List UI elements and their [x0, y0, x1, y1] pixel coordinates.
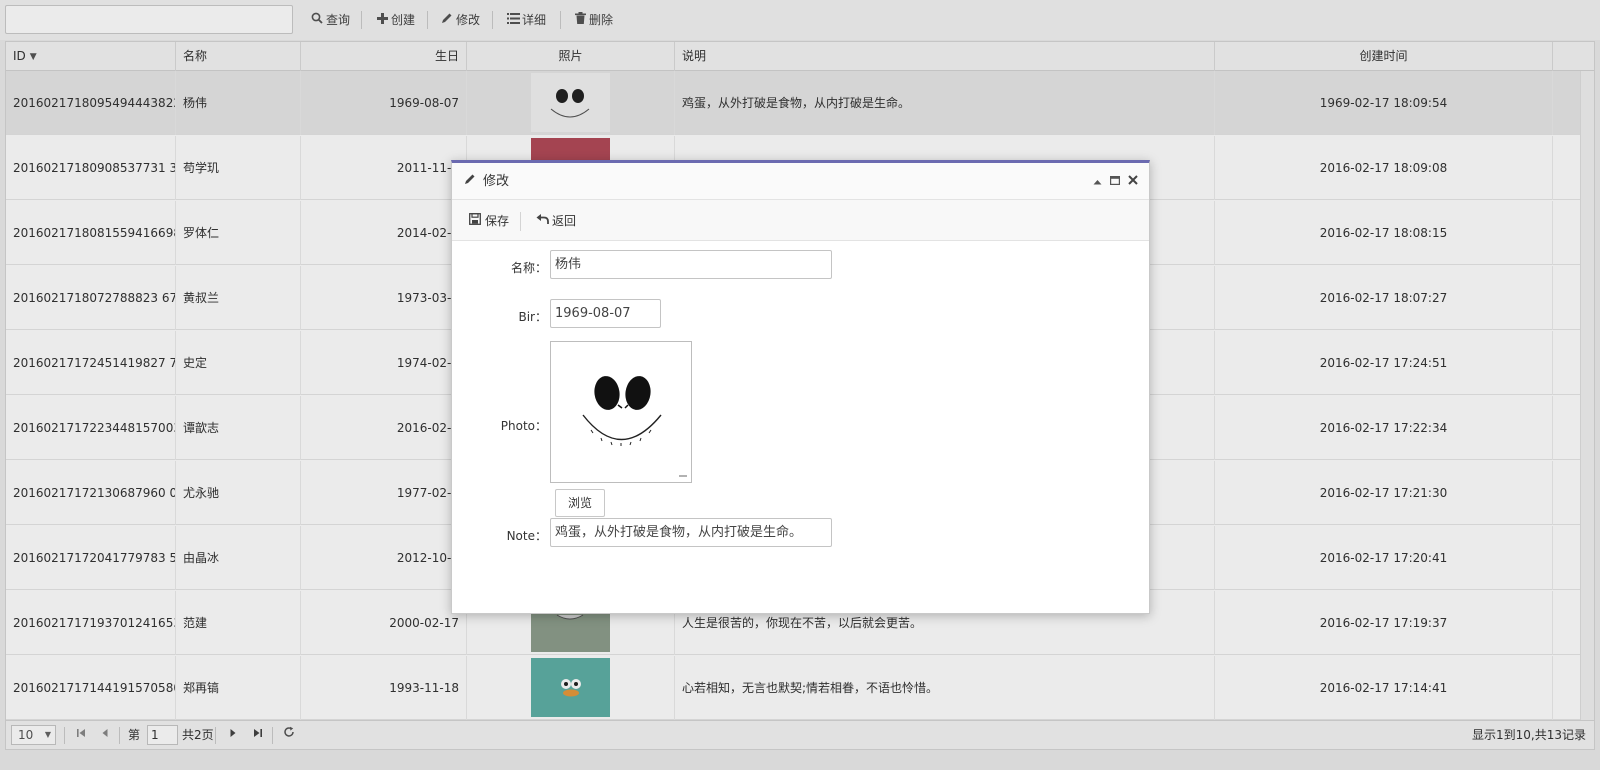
dialog-title: 修改	[483, 174, 510, 189]
note-field[interactable]: 鸡蛋，从外打破是食物，从内打破是生命。	[550, 518, 832, 547]
dialog-toolbar: 保存 返回	[452, 200, 1149, 241]
bir-label: Bir：	[518, 310, 547, 324]
birthday-field[interactable]: 1969-08-07	[550, 299, 661, 328]
save-label: 保存	[485, 214, 510, 228]
dialog-title-bar[interactable]: 修改	[452, 163, 1149, 200]
back-button[interactable]: 返回	[535, 211, 576, 231]
pencil-icon	[464, 163, 476, 200]
save-button[interactable]: 保存	[468, 211, 509, 231]
back-label: 返回	[552, 214, 577, 228]
browse-button[interactable]: 浏览	[555, 489, 605, 517]
photo-preview	[550, 341, 692, 483]
undo-icon	[535, 211, 549, 231]
save-icon	[468, 211, 482, 231]
dialog-toolbar-divider	[520, 212, 521, 231]
close-icon[interactable]	[1125, 173, 1141, 189]
name-label: 名称：	[510, 261, 547, 275]
minimize-icon[interactable]	[1089, 173, 1105, 189]
edit-dialog: 修改 保存 返回 名称： 杨伟 Bir： 1969-08-07 Photo： 浏…	[451, 160, 1150, 614]
maximize-icon[interactable]	[1107, 173, 1123, 189]
photo-label: Photo：	[500, 419, 547, 433]
note-label: Note：	[506, 529, 547, 543]
name-field[interactable]: 杨伟	[550, 250, 832, 279]
